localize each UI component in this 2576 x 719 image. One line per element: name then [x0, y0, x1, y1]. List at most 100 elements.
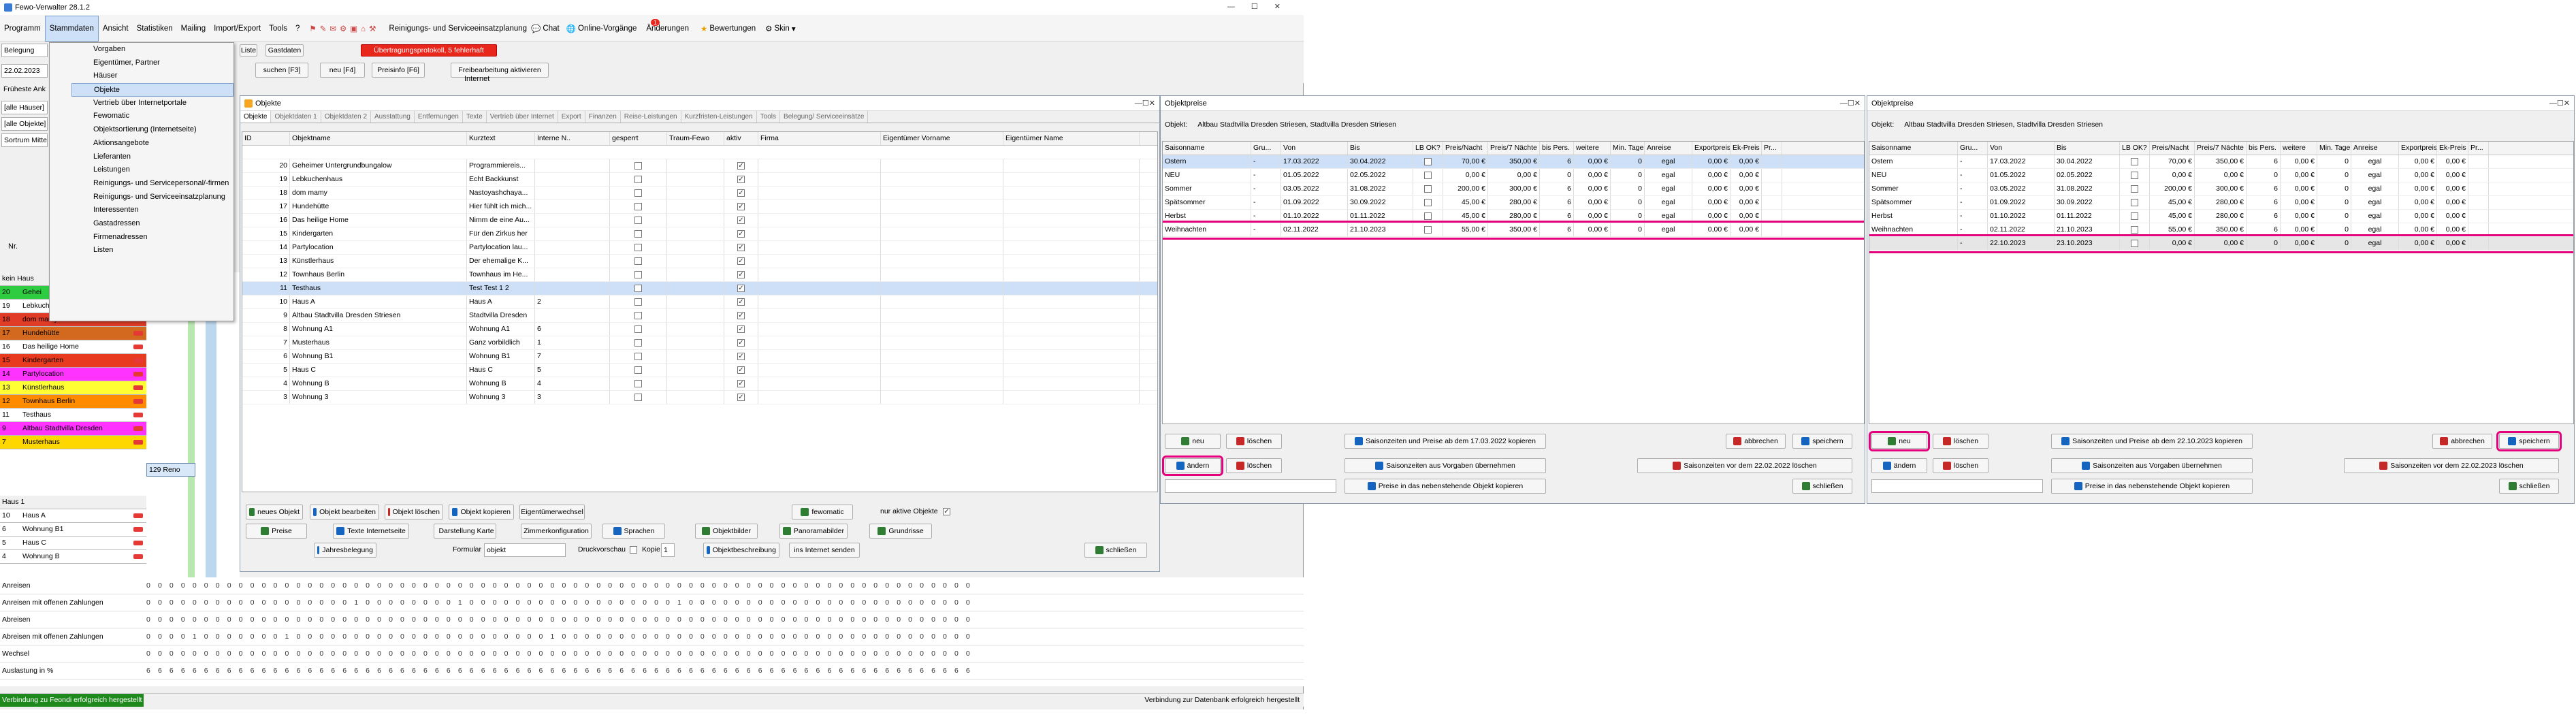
- column-header[interactable]: Firma: [758, 132, 881, 145]
- column-header[interactable]: Traum-Fewo: [667, 132, 724, 145]
- column-header[interactable]: Eigentümer Name: [1003, 132, 1140, 145]
- gesperrt-checkbox[interactable]: [634, 298, 642, 306]
- preise-button[interactable]: Preise: [246, 524, 307, 539]
- speichern-button[interactable]: speichern: [2496, 431, 2562, 451]
- internet-senden-button[interactable]: ins Internet senden: [789, 543, 860, 558]
- gesperrt-checkbox[interactable]: [634, 338, 642, 347]
- column-header[interactable]: Gru...: [1251, 142, 1281, 155]
- belegung-tab[interactable]: Belegung: [1, 44, 48, 57]
- aktiv-checkbox[interactable]: [737, 352, 745, 360]
- column-header[interactable]: Von: [1281, 142, 1348, 155]
- aktiv-checkbox[interactable]: [737, 338, 745, 347]
- objekt-bearbeiten-button[interactable]: Objekt bearbeiten: [310, 505, 379, 520]
- list-item[interactable]: 4 Wohnung B: [0, 550, 146, 564]
- table-row[interactable]: 9 Altbau Stadtvilla Dresden Striesen Stadt…: [242, 309, 1157, 323]
- lbok-checkbox[interactable]: [1424, 171, 1432, 179]
- table-row[interactable]: 7 Musterhaus Ganz vorbildlich 1: [242, 336, 1157, 350]
- menu-item[interactable]: Objektsortierung (Internetseite): [71, 123, 234, 137]
- menu-item[interactable]: Reinigungs- und Serviceeinsatzplanung: [71, 191, 234, 204]
- list-item[interactable]: 16 Das heilige Home: [0, 340, 146, 354]
- aktiv-checkbox[interactable]: [737, 393, 745, 401]
- gesperrt-checkbox[interactable]: [634, 379, 642, 387]
- table-row[interactable]: 15 Kindergarten Für den Zirkus her: [242, 227, 1157, 241]
- lbok-checkbox[interactable]: [2131, 225, 2138, 234]
- sortierung-select[interactable]: Sortrum Mitte: [1, 133, 48, 147]
- reinigung-button[interactable]: Reinigungs- und Serviceeinsatzplanung: [385, 25, 531, 33]
- table-row[interactable]: 6 Wohnung B1 Wohnung B1 7: [242, 350, 1157, 364]
- gesperrt-checkbox[interactable]: [634, 161, 642, 170]
- online-button[interactable]: Online-Vorgänge: [576, 25, 643, 33]
- column-header[interactable]: Ek-Preis: [2437, 142, 2468, 155]
- objektbeschreibung-button[interactable]: Objektbeschreibung: [703, 543, 779, 558]
- column-header[interactable]: weitere: [2281, 142, 2317, 155]
- table-row[interactable]: Herbst -01.10.2022 01.11.2022 45,00 €280,00…: [1163, 210, 1864, 223]
- column-header[interactable]: Ek-Preis: [1730, 142, 1762, 155]
- loeschen-button[interactable]: löschen: [1933, 434, 1989, 449]
- column-header[interactable]: Bis: [1348, 142, 1413, 155]
- gesperrt-checkbox[interactable]: [634, 325, 642, 333]
- date-field[interactable]: 22.02.2023: [1, 64, 48, 78]
- karte-button[interactable]: Darstellung Karte: [434, 524, 496, 539]
- tab[interactable]: Entfernungen: [415, 111, 463, 123]
- skin-button[interactable]: Skin: [772, 25, 791, 33]
- objekt-kopieren-button[interactable]: Objekt kopieren: [449, 505, 514, 520]
- table-row[interactable]: Spätsommer -01.09.2022 30.09.2022 45,00 €28…: [1869, 196, 2573, 210]
- vorgaben-button[interactable]: Saisonzeiten aus Vorgaben übernehmen: [2051, 458, 2253, 473]
- table-row[interactable]: 12 Townhaus Berlin Townhaus im He...: [242, 268, 1157, 282]
- menu-item[interactable]: Fewomatic: [71, 110, 234, 123]
- booking-popup[interactable]: 129 Reno: [146, 463, 195, 477]
- table-row[interactable]: 8 Wohnung A1 Wohnung A1 6: [242, 323, 1157, 336]
- lbok-checkbox[interactable]: [2131, 185, 2138, 193]
- list-item[interactable]: 11 Testhaus: [0, 409, 146, 422]
- menu-import-export[interactable]: Import/Export: [210, 25, 265, 33]
- tab[interactable]: Reise-Leistungen: [621, 111, 681, 123]
- menu-item[interactable]: Leistungen: [71, 163, 234, 177]
- gesperrt-checkbox[interactable]: [634, 243, 642, 251]
- saison-kopieren-button[interactable]: Saisonzeiten und Preise ab dem 17.03.202…: [1345, 434, 1546, 449]
- list-item[interactable]: 7 Musterhaus: [0, 436, 146, 449]
- gesperrt-checkbox[interactable]: [634, 229, 642, 238]
- objekt-select[interactable]: [1871, 479, 2043, 493]
- gesperrt-checkbox[interactable]: [634, 202, 642, 210]
- tab[interactable]: Finanzen: [585, 111, 621, 123]
- loeschen2-button[interactable]: löschen: [1226, 458, 1282, 473]
- list-item[interactable]: 14 Partylocation: [0, 368, 146, 381]
- column-header[interactable]: Min. Tage: [1611, 142, 1645, 155]
- gesperrt-checkbox[interactable]: [634, 175, 642, 183]
- column-header[interactable]: Preis/7 Nächte: [1488, 142, 1540, 155]
- list-item[interactable]: 13 Künstlerhaus: [0, 381, 146, 395]
- column-header[interactable]: Pr...: [1762, 142, 1782, 155]
- column-header[interactable]: Eigentümer Vorname: [881, 132, 1003, 145]
- table-row[interactable]: Weihnachten -02.11.2022 21.10.2023 55,00 €3…: [1869, 223, 2573, 237]
- table-row[interactable]: NEU -01.05.2022 02.05.2022 0,00 €0,00 €0 0,0…: [1869, 169, 2573, 182]
- druckvorschau-checkbox[interactable]: [630, 546, 637, 554]
- vor-dem-loeschen-button[interactable]: Saisonzeiten vor dem 22.02.2022 löschen: [1637, 458, 1852, 473]
- table-row[interactable]: Ostern -17.03.2022 30.04.2022 70,00 €350,00…: [1869, 155, 2573, 169]
- aendern-button[interactable]: ändern: [1871, 458, 1927, 473]
- table-row[interactable]: 13 Künstlerhaus Der ehemalige K...: [242, 255, 1157, 268]
- gesperrt-checkbox[interactable]: [634, 257, 642, 265]
- aktiv-checkbox[interactable]: [737, 229, 745, 238]
- neu-button[interactable]: neu [F4]: [320, 63, 365, 78]
- kopie-field[interactable]: 1: [661, 543, 675, 557]
- table-row[interactable]: NEU -01.05.2022 02.05.2022 0,00 €0,00 €0 0,0…: [1163, 169, 1864, 182]
- grundrisse-button[interactable]: Grundrisse: [869, 524, 932, 539]
- window-controls[interactable]: —☐✕: [1227, 2, 1297, 11]
- tab[interactable]: Kurzfristen-Leistungen: [681, 111, 757, 123]
- column-header[interactable]: LB OK?: [2120, 142, 2150, 155]
- menu-ansicht[interactable]: Ansicht: [99, 25, 133, 33]
- texte-button[interactable]: Texte Internetseite: [333, 524, 409, 539]
- column-header[interactable]: Kurztext: [467, 132, 535, 145]
- column-header[interactable]: Anreise: [2351, 142, 2399, 155]
- column-header[interactable]: LB OK?: [1413, 142, 1443, 155]
- table-row[interactable]: 19 Lebkuchenhaus Echt Backkunst: [242, 173, 1157, 187]
- aktiv-checkbox[interactable]: [737, 298, 745, 306]
- gesperrt-checkbox[interactable]: [634, 352, 642, 360]
- aktiv-checkbox[interactable]: [737, 284, 745, 292]
- aktiv-checkbox[interactable]: [737, 175, 745, 183]
- column-header[interactable]: Gru...: [1958, 142, 1988, 155]
- table-row[interactable]: Herbst -01.10.2022 01.11.2022 45,00 €280,00…: [1869, 210, 2573, 223]
- column-header[interactable]: weitere: [1574, 142, 1611, 155]
- objektbilder-button[interactable]: Objektbilder: [695, 524, 758, 539]
- menu-item[interactable]: Listen: [71, 244, 234, 257]
